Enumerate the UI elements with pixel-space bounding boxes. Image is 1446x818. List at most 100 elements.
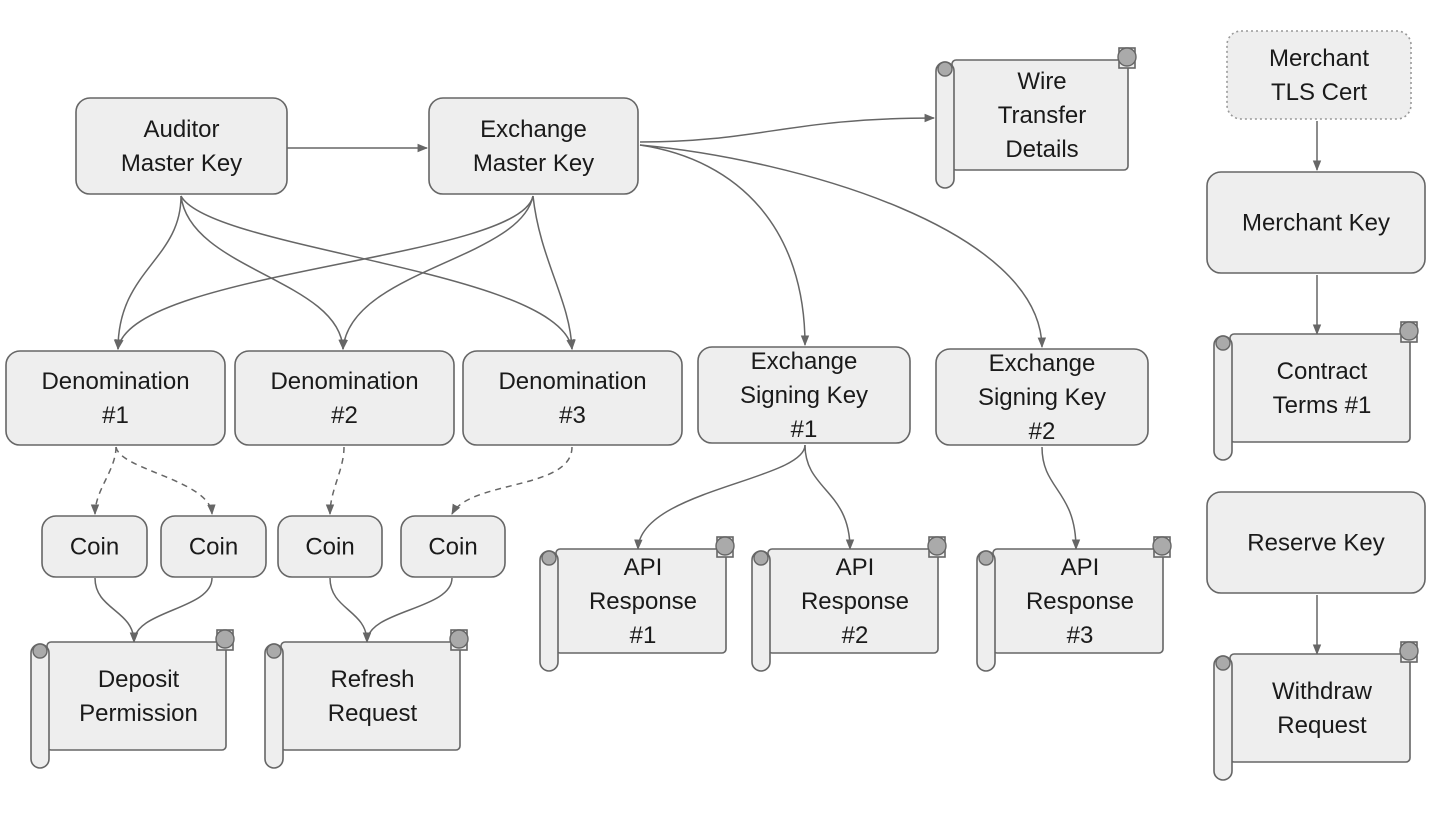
node-label-line: Withdraw — [1272, 678, 1373, 705]
scroll-curl-icon — [32, 643, 48, 659]
scroll-left-roll — [976, 550, 996, 672]
node-api-response-3[interactable]: API Response #3 — [976, 536, 1172, 672]
node-refresh-request[interactable]: Refresh Request — [264, 629, 469, 769]
node-exchange-signing-key-1[interactable]: Exchange Signing Key #1 — [697, 346, 911, 444]
scroll-body — [1229, 653, 1411, 763]
node-api-response-1[interactable]: API Response #1 — [539, 536, 735, 672]
node-label-line: Denomination — [498, 368, 646, 395]
edge-denomination-1-to-coin-2 — [115, 446, 216, 516]
node-denomination-1[interactable]: Denomination #1 — [5, 350, 226, 446]
edge-coin-4-to-refresh-request — [362, 577, 453, 644]
edge-exchange-signing-key-1-to-api-response-1 — [634, 444, 806, 551]
node-label-line: Coin — [305, 534, 354, 561]
node-exchange-signing-key-2[interactable]: Exchange Signing Key #2 — [935, 348, 1149, 446]
node-exchange-master-key[interactable]: Exchange Master Key — [428, 97, 639, 195]
edge-denomination-2-to-coin-3 — [325, 446, 345, 516]
edge-exchange-master-key-to-exchange-signing-key-2 — [639, 144, 1047, 349]
node-label-line: Master Key — [473, 150, 594, 177]
node-box — [5, 350, 226, 446]
node-label-line: Response — [589, 588, 697, 615]
node-label-line: Request — [1277, 712, 1367, 739]
edge-exchange-master-key-to-denomination-1 — [115, 195, 534, 351]
scroll-curl-icon — [1399, 641, 1419, 661]
scroll-body — [280, 641, 461, 751]
node-merchant-key[interactable]: Merchant Key — [1206, 171, 1426, 274]
node-merchant-tls-cert[interactable]: Merchant TLS Cert — [1226, 30, 1412, 120]
node-label-line: Signing Key — [740, 382, 868, 409]
scroll-body — [46, 641, 227, 751]
edge-coin-2-to-deposit-permission — [129, 577, 213, 644]
node-label-line: #1 — [630, 622, 657, 649]
node-label-line: Denomination — [41, 368, 189, 395]
node-coin-3[interactable]: Coin — [277, 515, 383, 578]
node-box — [462, 350, 683, 446]
node-label-line: Contract — [1277, 358, 1368, 385]
node-coin-4[interactable]: Coin — [400, 515, 506, 578]
scroll-curl-icon — [449, 629, 469, 649]
scroll-left-roll — [751, 550, 771, 672]
node-label-line: Auditor — [143, 116, 219, 143]
node-label-line: Response — [801, 588, 909, 615]
edge-exchange-master-key-to-denomination-2 — [339, 195, 534, 351]
node-coin-1[interactable]: Coin — [41, 515, 148, 578]
node-label-line: Refresh — [330, 666, 414, 693]
node-label-line: Response — [1026, 588, 1134, 615]
node-label-line: #1 — [791, 416, 818, 443]
node-api-response-2[interactable]: API Response #2 — [751, 536, 947, 672]
node-reserve-key[interactable]: Reserve Key — [1206, 491, 1426, 594]
scroll-curl-icon — [715, 536, 735, 556]
edge-coin-3-to-refresh-request — [329, 577, 372, 644]
node-label-line: #3 — [1067, 622, 1094, 649]
node-label-line: Coin — [189, 534, 238, 561]
node-box — [75, 97, 288, 195]
node-label-line: #2 — [842, 622, 869, 649]
edge-auditor-master-key-to-denomination-3 — [180, 195, 575, 351]
scroll-curl-icon — [1215, 655, 1231, 671]
node-deposit-permission[interactable]: Deposit Permission — [30, 629, 235, 769]
node-label-line: Exchange — [989, 350, 1096, 377]
node-box — [428, 97, 639, 195]
node-withdraw-request[interactable]: Withdraw Request — [1213, 641, 1419, 781]
node-label-line: Exchange — [480, 116, 587, 143]
node-label-line: Coin — [70, 534, 119, 561]
node-label-line: Coin — [428, 534, 477, 561]
node-label-line: API — [624, 554, 663, 581]
node-label-line: Wire — [1017, 68, 1066, 95]
node-label-line: Merchant Key — [1242, 210, 1390, 237]
node-label-line: Transfer — [998, 102, 1086, 129]
edge-denomination-3-to-coin-4 — [451, 446, 573, 515]
edge-coin-1-to-deposit-permission — [94, 577, 139, 644]
scroll-left-roll — [1213, 655, 1233, 781]
edge-exchange-master-key-to-wire-transfer-details — [639, 113, 936, 143]
node-label-line: Exchange — [751, 348, 858, 375]
edge-denomination-1-to-coin-1 — [90, 446, 117, 516]
scroll-curl-icon — [753, 550, 769, 566]
scroll-curl-icon — [1117, 47, 1137, 67]
nodes-layer: Auditor Master Key Exchange Master Key Wire T… — [5, 30, 1426, 781]
edge-exchange-signing-key-1-to-api-response-2 — [804, 444, 855, 551]
key-relationship-diagram: Auditor Master Key Exchange Master Key Wire T… — [5, 30, 1426, 781]
node-label-line: Request — [328, 700, 418, 727]
node-coin-2[interactable]: Coin — [160, 515, 267, 578]
node-denomination-2[interactable]: Denomination #2 — [234, 350, 455, 446]
edge-auditor-master-key-to-denomination-2 — [180, 195, 347, 351]
scroll-curl-icon — [541, 550, 557, 566]
node-label-line: #2 — [331, 402, 358, 429]
edge-exchange-signing-key-2-to-api-response-3 — [1041, 446, 1081, 551]
node-contract-terms-1[interactable]: Contract Terms #1 — [1213, 321, 1419, 461]
scroll-curl-icon — [978, 550, 994, 566]
node-label-line: Master Key — [121, 150, 242, 177]
node-auditor-master-key[interactable]: Auditor Master Key — [75, 97, 288, 195]
node-label-line: Denomination — [270, 368, 418, 395]
edge-exchange-master-key-to-denomination-3 — [532, 195, 576, 351]
node-label-line: Permission — [79, 700, 198, 727]
node-label-line: Deposit — [98, 666, 180, 693]
scroll-body — [1229, 333, 1411, 443]
scroll-left-roll — [1213, 335, 1233, 461]
node-wire-transfer-details[interactable]: Wire Transfer Details — [935, 47, 1137, 189]
scroll-left-roll — [539, 550, 559, 672]
node-denomination-3[interactable]: Denomination #3 — [462, 350, 683, 446]
scroll-curl-icon — [927, 536, 947, 556]
scroll-curl-icon — [215, 629, 235, 649]
scroll-curl-icon — [266, 643, 282, 659]
